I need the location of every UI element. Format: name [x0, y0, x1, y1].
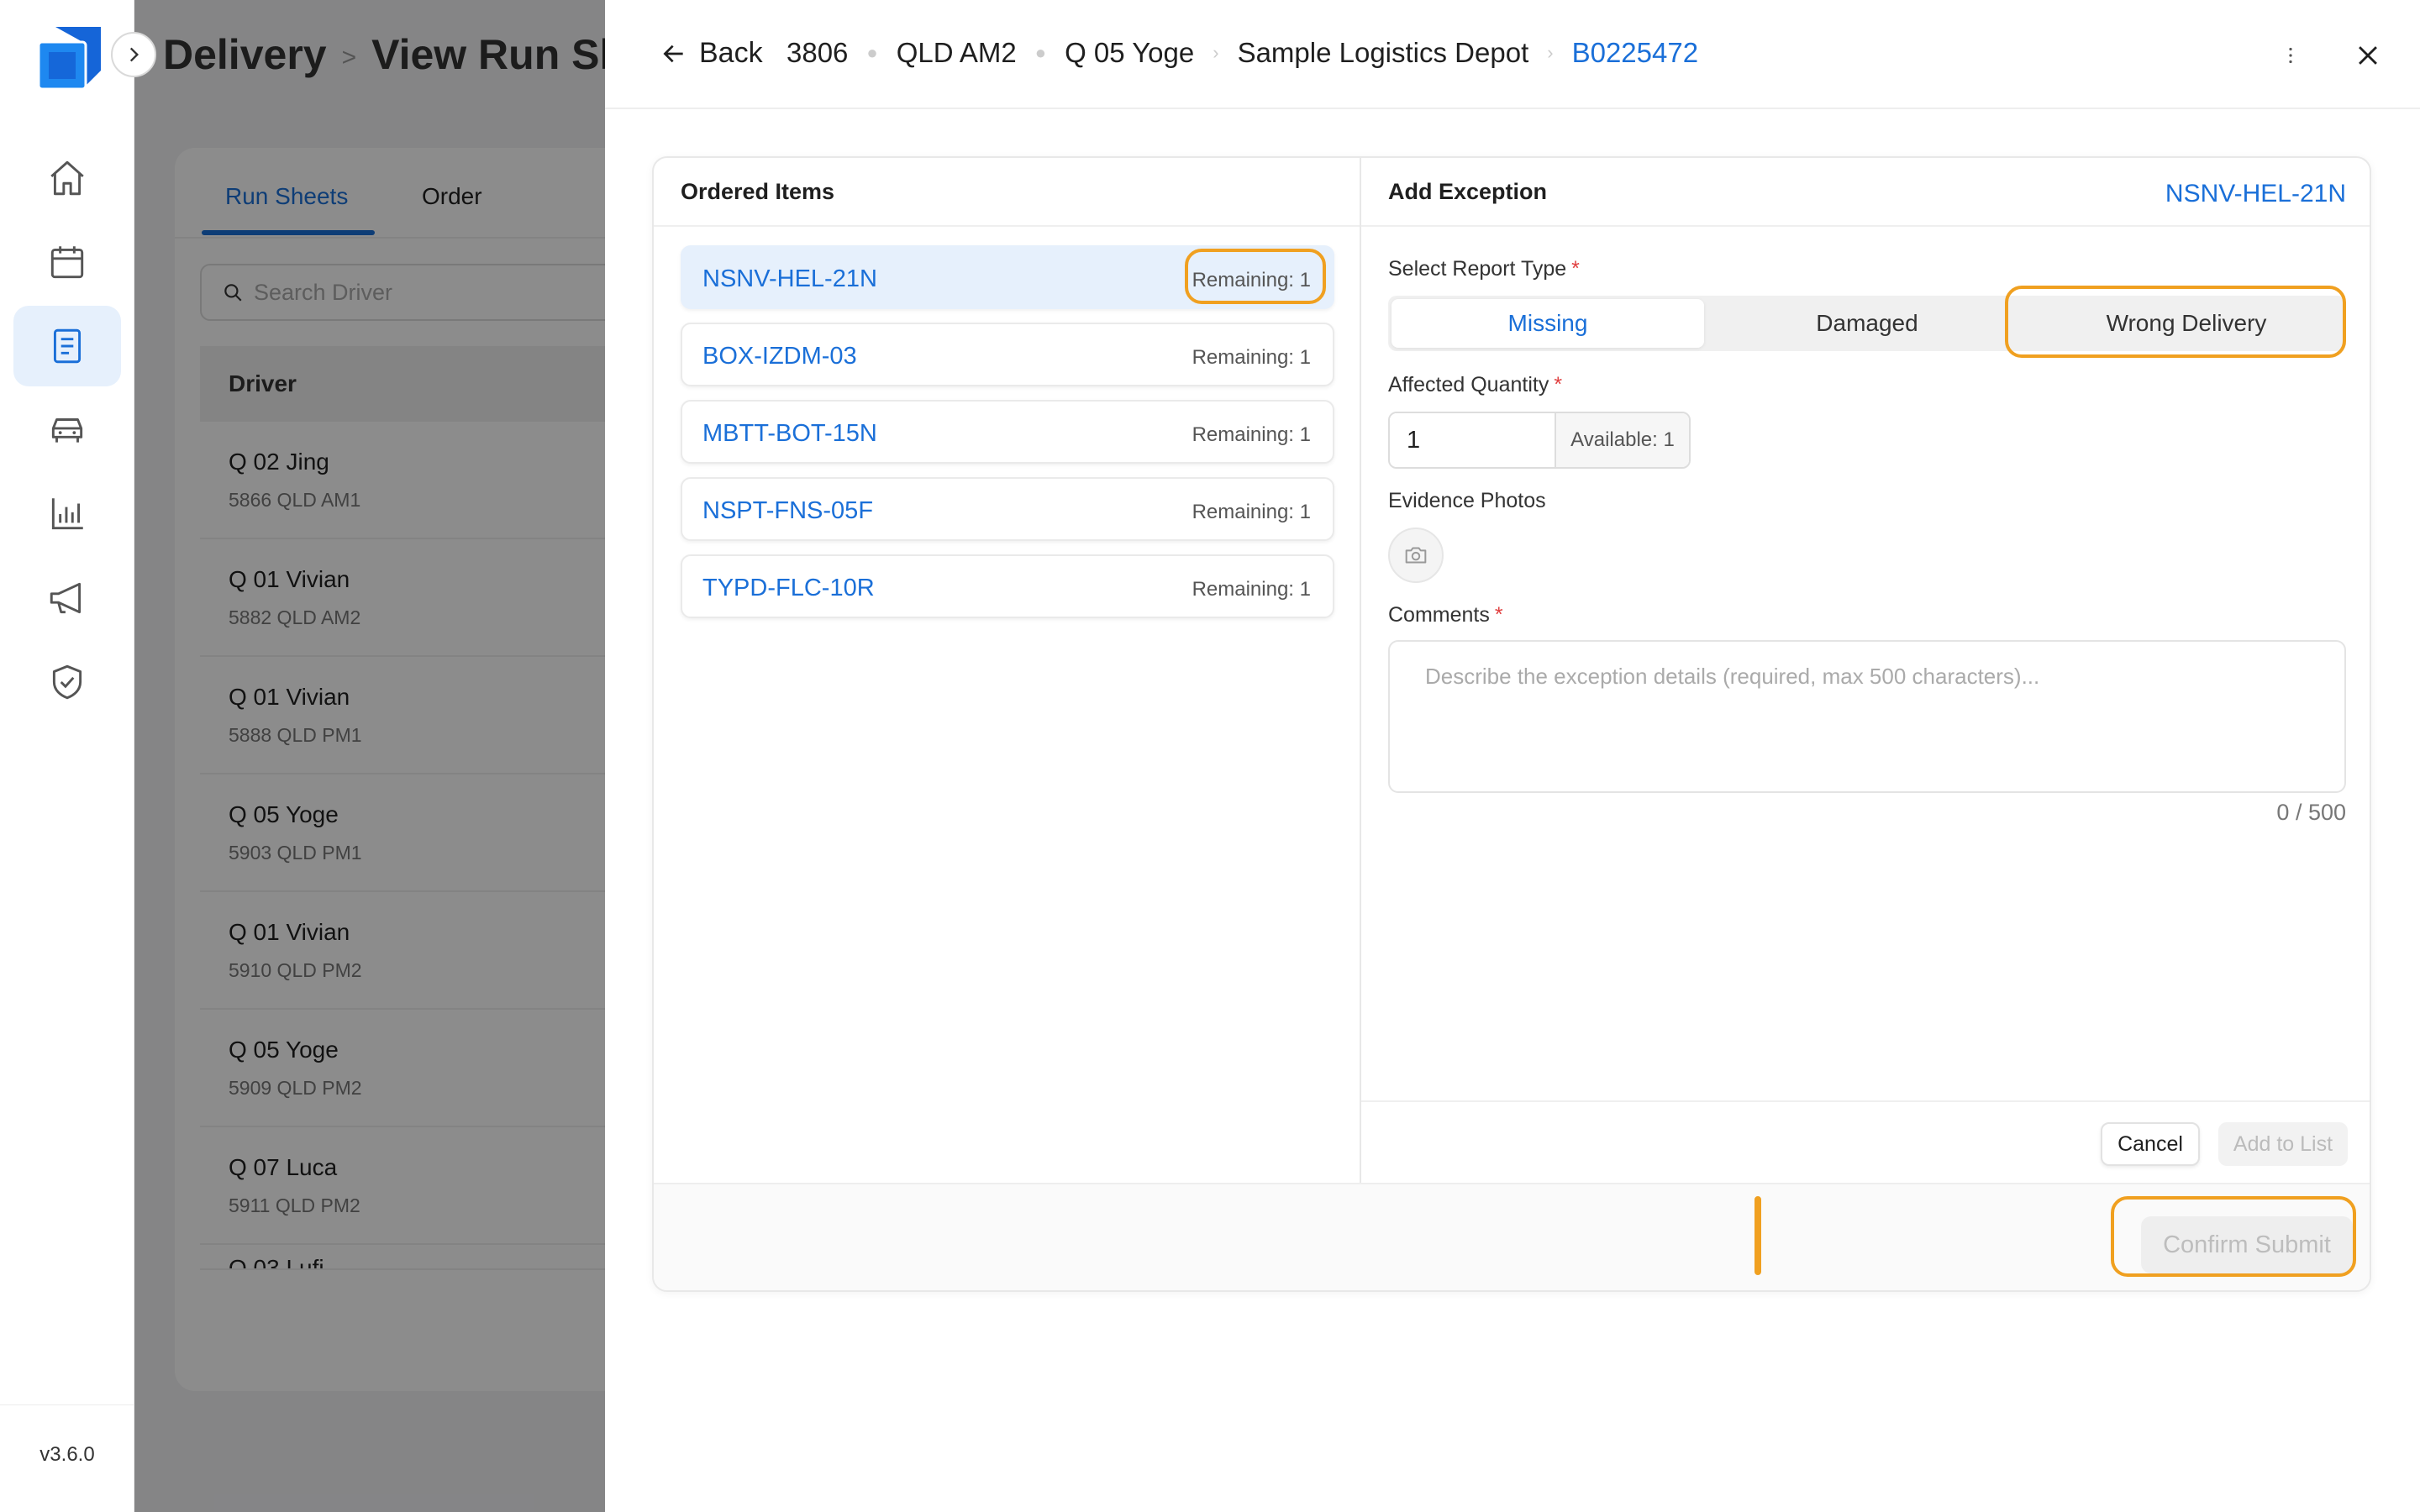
ordered-item[interactable]: NSPT-FNS-05F Remaining: 1	[681, 477, 1334, 541]
ordered-items-panel: Ordered Items NSNV-HEL-21N Remaining: 1 …	[654, 158, 1361, 1183]
nav-announcements[interactable]	[13, 558, 121, 638]
comments-textarea[interactable]	[1388, 640, 2346, 793]
upload-photo-button[interactable]	[1388, 528, 1444, 583]
report-type-missing[interactable]: Missing	[1392, 299, 1704, 348]
nav-rail: v3.6.0	[0, 0, 134, 1512]
megaphone-icon	[50, 582, 82, 614]
quantity-label: Affected Quantity *	[1388, 373, 1563, 396]
app-logo	[30, 22, 104, 96]
exception-card: Ordered Items NSNV-HEL-21N Remaining: 1 …	[652, 156, 2371, 1292]
ordered-item[interactable]: NSNV-HEL-21N Remaining: 1	[681, 245, 1334, 309]
selected-sku: NSNV-HEL-21N	[2165, 180, 2346, 207]
expand-sidebar-button[interactable]	[111, 32, 156, 77]
available-quantity: Available: 1	[1555, 413, 1689, 467]
drawer-header: Back 3806 ● QLD AM2 ● Q 05 Yoge › Sample Lo…	[605, 0, 2420, 109]
add-exception-title: Add Exception	[1388, 178, 1548, 204]
item-remaining: Remaining: 1	[1192, 501, 1311, 523]
ordered-item[interactable]: MBTT-BOT-15N Remaining: 1	[681, 400, 1334, 464]
nav-security[interactable]	[13, 642, 121, 722]
breadcrumb-run: QLD AM2	[896, 37, 1017, 68]
quantity-field: Available: 1	[1388, 412, 1691, 469]
breadcrumb-order-link[interactable]: B0225472	[1572, 37, 1698, 69]
back-button[interactable]: Back	[660, 37, 763, 70]
quantity-input[interactable]	[1390, 413, 1555, 467]
report-type-label: Select Report Type *	[1388, 257, 1580, 281]
runsheet-icon	[53, 328, 82, 364]
report-type-selector: Missing Damaged Wrong Delivery	[1388, 296, 2346, 351]
app-version: v3.6.0	[39, 1443, 95, 1466]
chart-icon	[51, 498, 83, 530]
ordered-item[interactable]: BOX-IZDM-03 Remaining: 1	[681, 323, 1334, 386]
item-sku: NSNV-HEL-21N	[702, 265, 877, 292]
add-exception-panel: Add Exception NSNV-HEL-21N Select Report…	[1361, 158, 2370, 1183]
exception-drawer: Back 3806 ● QLD AM2 ● Q 05 Yoge › Sample Lo…	[605, 0, 2420, 1512]
item-remaining: Remaining: 1	[1192, 578, 1311, 601]
comments-char-counter: 0 / 500	[2276, 800, 2346, 825]
modal-overlay[interactable]	[134, 0, 605, 1512]
card-footer: Confirm Submit	[654, 1183, 2370, 1290]
add-to-list-button[interactable]: Add to List	[2218, 1122, 2348, 1166]
report-type-damaged[interactable]: Damaged	[1711, 299, 2023, 348]
item-sku: NSPT-FNS-05F	[702, 497, 874, 524]
evidence-photos-label: Evidence Photos	[1388, 489, 1546, 512]
nav-home[interactable]	[13, 138, 121, 218]
breadcrumb: 3806 ● QLD AM2 ● Q 05 Yoge › Sample Logisti…	[786, 37, 1699, 69]
camera-icon	[1405, 547, 1427, 564]
comments-label: Comments *	[1388, 603, 1503, 627]
item-sku: MBTT-BOT-15N	[702, 420, 877, 447]
shield-check-icon	[52, 664, 82, 700]
ordered-item[interactable]: TYPD-FLC-10R Remaining: 1	[681, 554, 1334, 618]
item-sku: BOX-IZDM-03	[702, 343, 857, 370]
add-exception-header: Add Exception NSNV-HEL-21N	[1361, 158, 2370, 227]
chevron-right-icon	[129, 47, 139, 62]
nav-vehicles[interactable]	[13, 390, 121, 470]
more-vertical-icon	[2289, 47, 2292, 64]
close-button[interactable]	[2346, 34, 2390, 77]
calendar-icon	[50, 246, 84, 279]
cancel-button[interactable]: Cancel	[2101, 1122, 2200, 1166]
breadcrumb-driver: Q 05 Yoge	[1065, 37, 1195, 68]
item-remaining: Remaining: 1	[1192, 346, 1311, 369]
exception-actions: Cancel Add to List	[1361, 1100, 2370, 1183]
report-type-wrong-delivery[interactable]: Wrong Delivery	[2030, 299, 2343, 348]
rail-divider	[0, 1404, 134, 1405]
confirm-submit-button[interactable]: Confirm Submit	[2141, 1216, 2353, 1273]
arrow-left-icon	[663, 45, 683, 62]
nav-runsheets[interactable]	[13, 306, 121, 386]
home-icon	[50, 160, 84, 196]
ordered-items-title: Ordered Items	[654, 158, 1360, 227]
item-remaining: Remaining: 1	[1192, 269, 1311, 291]
vehicle-icon	[51, 418, 83, 443]
nav-calendar[interactable]	[13, 222, 121, 302]
close-icon	[2359, 46, 2377, 65]
item-remaining: Remaining: 1	[1192, 423, 1311, 446]
item-sku: TYPD-FLC-10R	[702, 575, 875, 601]
more-options-button[interactable]	[2272, 37, 2309, 74]
nav-reports[interactable]	[13, 474, 121, 554]
breadcrumb-runsheet-id: 3806	[786, 37, 849, 68]
breadcrumb-depot: Sample Logistics Depot	[1237, 37, 1529, 68]
back-label: Back	[699, 37, 763, 69]
